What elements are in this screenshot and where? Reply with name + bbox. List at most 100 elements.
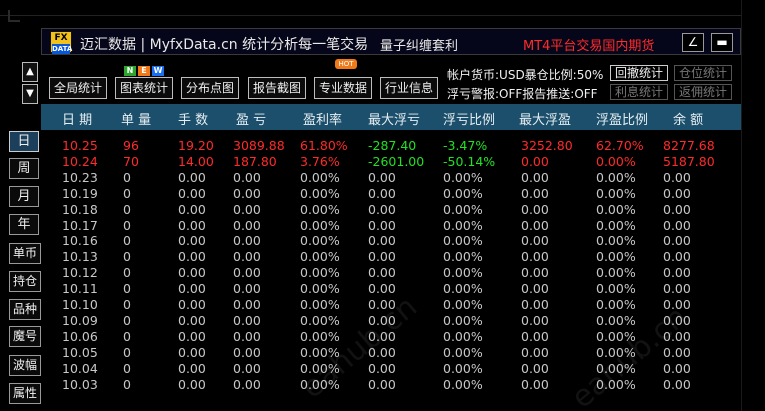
table-row[interactable]: 10.12 0 0.00 0.00 0.00% 0.00 0.00% 0.00 0.00% 0.0… <box>41 265 741 280</box>
cell-orders: 0 <box>123 360 131 376</box>
header-max-floating-loss: 最大浮亏 <box>368 113 421 128</box>
quant-link[interactable]: 量子纠缠套利 <box>380 35 458 54</box>
tab-month[interactable]: 月 <box>9 186 39 207</box>
stats-table: 日 期 单 量 手 数 盈 亏 盈利率 最大浮亏 浮亏比例 最大浮盈 浮盈比例 … <box>41 104 741 411</box>
cell-profit-rate: 0.00% <box>300 376 340 392</box>
cell-profit-rate: 3.76% <box>300 153 340 169</box>
header-pnl: 盈 亏 <box>236 113 267 128</box>
header-profit-rate: 盈利率 <box>303 113 343 128</box>
top-strip <box>0 0 765 30</box>
table-row[interactable]: 10.13 0 0.00 0.00 0.00% 0.00 0.00% 0.00 0.00% 0.0… <box>41 249 741 264</box>
edit-button[interactable]: ∠ <box>682 33 704 52</box>
tab-magic[interactable]: 魔号 <box>9 326 41 347</box>
global-stats-button[interactable]: 全局统计 <box>49 77 107 99</box>
report-screenshot-button[interactable]: 报告截图 <box>248 77 306 99</box>
table-row[interactable]: 10.25 96 19.20 3089.88 61.80% -287.40 -3.47% 32… <box>41 138 741 153</box>
cell-loss-ratio: 0.00% <box>443 281 483 297</box>
cell-pnl: 0.00 <box>233 297 261 312</box>
cell-lots: 0.00 <box>178 249 206 265</box>
cell-orders: 0 <box>123 169 131 185</box>
minimize-button[interactable]: ▬ <box>711 33 733 52</box>
table-row[interactable]: 10.18 0 0.00 0.00 0.00% 0.00 0.00% 0.00 0.00% 0.0… <box>41 202 741 217</box>
drawdown-stats-button[interactable]: 回撤统计 <box>610 65 668 81</box>
tab-attribute[interactable]: 属性 <box>9 383 41 404</box>
minimize-icon: ▬ <box>716 35 728 49</box>
cell-max-profit: 0.00 <box>521 344 549 360</box>
distribution-button[interactable]: 分布点图 <box>181 77 239 99</box>
header-profit-ratio: 浮盈比例 <box>596 113 649 128</box>
cell-lots: 0.00 <box>178 265 206 281</box>
cell-max-loss: 0.00 <box>368 169 396 185</box>
industry-info-button[interactable]: 行业信息 <box>380 77 438 99</box>
tab-holding[interactable]: 持仓 <box>9 271 41 292</box>
cell-max-loss: -287.40 <box>368 138 417 153</box>
cell-orders: 96 <box>123 138 139 153</box>
cell-loss-ratio: 0.00% <box>443 360 483 376</box>
table-row[interactable]: 10.06 0 0.00 0.00 0.00% 0.00 0.00% 0.00 0.00% 0.0… <box>41 329 741 344</box>
cell-orders: 0 <box>123 328 131 344</box>
badge-n: N <box>124 66 136 76</box>
tab-symbol[interactable]: 品种 <box>9 299 41 320</box>
cell-max-loss: -2601.00 <box>368 153 425 169</box>
table-row[interactable]: 10.24 70 14.00 187.80 3.76% -2601.00 -50.14% 0.… <box>41 154 741 169</box>
table-row[interactable]: 10.17 0 0.00 0.00 0.00% 0.00 0.00% 0.00 0.00% 0.0… <box>41 218 741 233</box>
cell-profit-ratio: 0.00% <box>596 312 636 328</box>
tab-volatility[interactable]: 波幅 <box>9 355 41 376</box>
position-stats-button[interactable]: 仓位统计 <box>674 65 732 81</box>
cell-loss-ratio: -3.47% <box>443 138 488 153</box>
cell-date: 10.13 <box>62 249 98 265</box>
table-row[interactable]: 10.03 0 0.00 0.00 0.00% 0.00 0.00% 0.00 0.00% 0.0… <box>41 377 741 392</box>
cell-loss-ratio: 0.00% <box>443 169 483 185</box>
cell-max-loss: 0.00 <box>368 344 396 360</box>
cell-max-loss: 0.00 <box>368 265 396 281</box>
cell-lots: 0.00 <box>178 328 206 344</box>
table-row[interactable]: 10.09 0 0.00 0.00 0.00% 0.00 0.00% 0.00 0.00% 0.0… <box>41 313 741 328</box>
cell-profit-rate: 0.00% <box>300 360 340 376</box>
cell-max-loss: 0.00 <box>368 185 396 201</box>
scroll-down-button[interactable]: ▼ <box>22 84 38 104</box>
cell-profit-rate: 61.80% <box>300 138 348 153</box>
cell-pnl: 0.00 <box>233 201 261 217</box>
cell-loss-ratio: 0.00% <box>443 249 483 265</box>
table-row[interactable]: 10.04 0 0.00 0.00 0.00% 0.00 0.00% 0.00 0.00% 0.0… <box>41 361 741 376</box>
hot-badge: HOT <box>335 59 357 69</box>
cell-orders: 70 <box>123 153 139 169</box>
arrow-up-icon: ▲ <box>26 66 34 77</box>
cell-balance: 0.00 <box>663 328 691 344</box>
tab-year[interactable]: 年 <box>9 214 39 235</box>
table-row[interactable]: 10.10 0 0.00 0.00 0.00% 0.00 0.00% 0.00 0.00% 0.0… <box>41 297 741 312</box>
account-info-line2: 浮亏警报:OFF报告推送:OFF <box>447 87 598 101</box>
cell-loss-ratio: 0.00% <box>443 201 483 217</box>
cell-balance: 0.00 <box>663 376 691 392</box>
table-row[interactable]: 10.05 0 0.00 0.00 0.00% 0.00 0.00% 0.00 0.00% 0.0… <box>41 345 741 360</box>
edit-icon: ∠ <box>687 35 699 49</box>
cell-pnl: 0.00 <box>233 233 261 249</box>
cell-profit-ratio: 0.00% <box>596 328 636 344</box>
cell-orders: 0 <box>123 185 131 201</box>
tab-day[interactable]: 日 <box>9 131 39 152</box>
pro-data-button[interactable]: 专业数据 <box>314 77 372 99</box>
cell-profit-ratio: 62.70% <box>596 138 644 153</box>
cell-loss-ratio: 0.00% <box>443 185 483 201</box>
tab-currency[interactable]: 单币 <box>9 243 41 264</box>
cell-orders: 0 <box>123 281 131 297</box>
scroll-up-button[interactable]: ▲ <box>22 62 38 82</box>
table-header: 日 期 单 量 手 数 盈 亏 盈利率 最大浮亏 浮亏比例 最大浮盈 浮盈比例 … <box>41 104 741 130</box>
cell-max-profit: 0.00 <box>521 297 549 312</box>
table-row[interactable]: 10.23 0 0.00 0.00 0.00% 0.00 0.00% 0.00 0.00% 0.0… <box>41 170 741 185</box>
cell-balance: 0.00 <box>663 185 691 201</box>
cell-balance: 0.00 <box>663 233 691 249</box>
chart-stats-button[interactable]: 图表统计 <box>115 77 173 99</box>
header-max-floating-profit: 最大浮盈 <box>519 113 572 128</box>
cell-profit-rate: 0.00% <box>300 249 340 265</box>
mt4-link[interactable]: MT4平台交易国内期货 <box>523 35 654 54</box>
tab-week[interactable]: 周 <box>9 158 39 179</box>
interest-stats-button[interactable]: 利息统计 <box>610 84 668 100</box>
cell-date: 10.24 <box>62 153 98 169</box>
cell-profit-ratio: 0.00% <box>596 217 636 233</box>
rebate-stats-button[interactable]: 返佣统计 <box>674 84 732 100</box>
cell-date: 10.10 <box>62 297 98 312</box>
table-row[interactable]: 10.11 0 0.00 0.00 0.00% 0.00 0.00% 0.00 0.00% 0.0… <box>41 281 741 296</box>
table-row[interactable]: 10.16 0 0.00 0.00 0.00% 0.00 0.00% 0.00 0.00% 0.0… <box>41 233 741 248</box>
table-row[interactable]: 10.19 0 0.00 0.00 0.00% 0.00 0.00% 0.00 0.00% 0.0… <box>41 186 741 201</box>
